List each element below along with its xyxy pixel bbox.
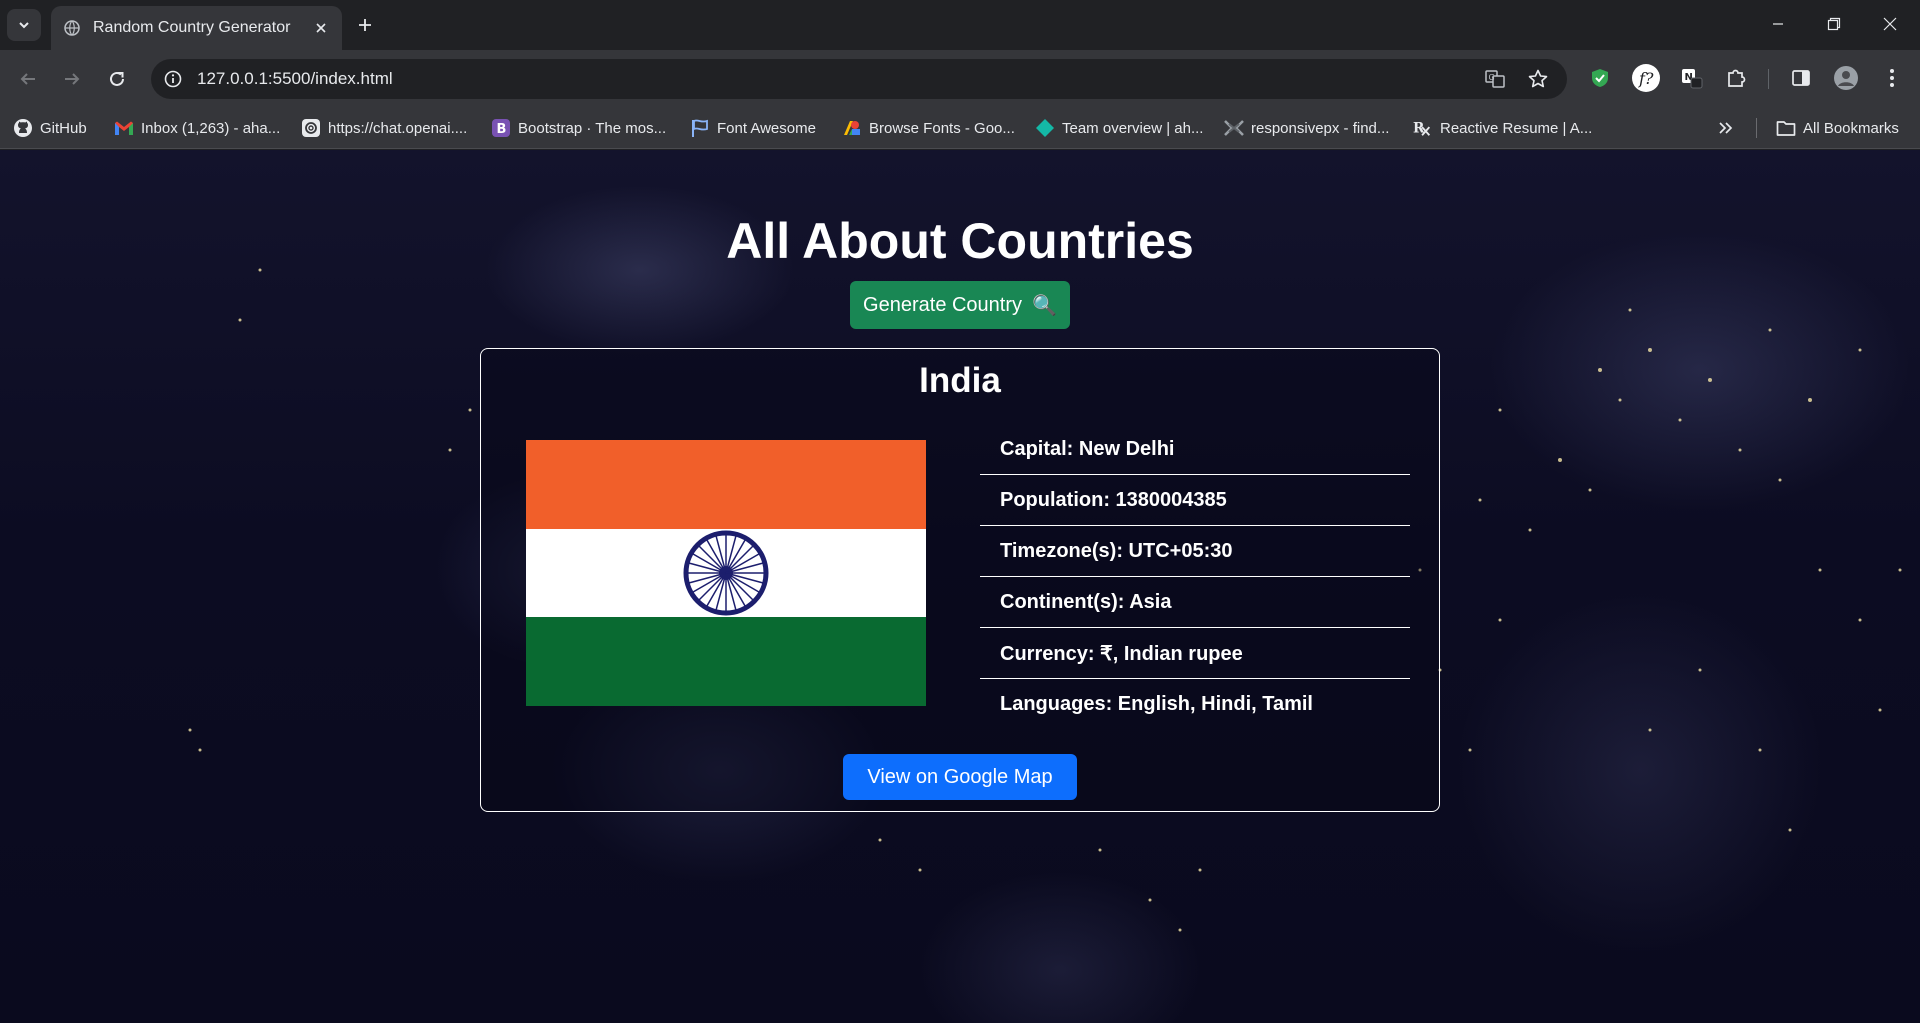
tab-strip: Random Country Generator (0, 0, 1920, 50)
view-on-google-map-button[interactable]: View on Google Map (843, 754, 1077, 800)
bookmark-label: Inbox (1,263) - aha... (141, 119, 281, 137)
arrow-right-icon (65, 73, 80, 85)
continent-item: Continent(s): Asia (980, 577, 1410, 628)
page-viewport: All About Countries Generate Country 🔍 I… (0, 150, 1920, 1023)
restore-icon (1827, 17, 1841, 31)
profile-avatar-icon[interactable] (1830, 62, 1862, 94)
close-window-button[interactable] (1862, 0, 1918, 48)
close-icon (1883, 17, 1897, 31)
shield-extension-icon[interactable] (1584, 62, 1616, 94)
svg-text:B: B (497, 122, 507, 137)
bookmark-label: Font Awesome (717, 119, 816, 137)
site-info-icon[interactable] (155, 61, 191, 97)
responsivepx-icon (1224, 118, 1244, 138)
tab-search-button[interactable] (7, 9, 41, 41)
side-panel-icon[interactable] (1785, 62, 1817, 94)
github-icon (13, 118, 33, 138)
folder-icon (1776, 118, 1796, 138)
gmail-icon (114, 118, 134, 138)
bootstrap-icon: B (491, 118, 511, 138)
close-tab-icon[interactable] (310, 17, 332, 39)
google-fonts-icon (842, 118, 862, 138)
bookmark-github[interactable]: GitHub (13, 115, 87, 141)
tab-title: Random Country Generator (93, 19, 291, 36)
flag-icon (690, 118, 710, 138)
address-bar[interactable]: 127.0.0.1:5500/index.html G (151, 59, 1567, 99)
bookmark-font-awesome[interactable]: Font Awesome (690, 115, 816, 141)
country-card: India Capital: New Delhi Population: 138… (480, 348, 1440, 812)
bookmark-label: Reactive Resume | A... (1440, 119, 1593, 137)
languages-item: Languages: English, Hindi, Tamil (1000, 693, 1313, 715)
rx-icon: R (1413, 118, 1433, 138)
translate-icon[interactable]: G (1477, 59, 1513, 99)
bookmark-label: Browse Fonts - Goo... (869, 119, 1015, 137)
population-item: Population: 1380004385 (980, 475, 1410, 526)
search-icon: 🔍 (1032, 294, 1057, 317)
restore-button[interactable] (1806, 0, 1862, 48)
url-text: 127.0.0.1:5500/index.html (197, 69, 393, 88)
extensions-puzzle-icon[interactable] (1720, 62, 1752, 94)
menu-kebab-icon[interactable] (1876, 62, 1908, 94)
country-details-list: Capital: New Delhi Population: 138000438… (980, 424, 1410, 730)
diamond-icon (1035, 118, 1055, 138)
bookmark-responsivepx[interactable]: responsivepx - find... (1224, 115, 1389, 141)
bookmark-inbox[interactable]: Inbox (1,263) - aha... (114, 115, 280, 141)
bookmark-star-icon[interactable] (1520, 59, 1556, 99)
all-bookmarks-button[interactable]: All Bookmarks (1776, 115, 1899, 141)
new-tab-button[interactable] (348, 9, 382, 41)
bookmarks-bar: GitHub Inbox (1,263) - aha... https://ch… (0, 107, 1920, 149)
plus-icon (359, 19, 371, 31)
svg-text:f?: f? (1638, 69, 1654, 88)
bookmark-label: https://chat.openai.... (328, 119, 468, 137)
forward-button[interactable] (54, 61, 90, 97)
openai-icon (301, 118, 321, 138)
browser-toolbar: 127.0.0.1:5500/index.html G f? N (0, 50, 1920, 107)
bookmark-label: Team overview | ah... (1062, 119, 1204, 137)
toolbar-divider (1768, 69, 1769, 89)
bookmarks-divider (1756, 118, 1757, 138)
minimize-button[interactable] (1750, 0, 1806, 48)
bookmark-label: GitHub (40, 119, 87, 137)
back-button[interactable] (10, 61, 46, 97)
generate-country-button[interactable]: Generate Country 🔍 (850, 281, 1070, 329)
ashoka-chakra-icon (683, 530, 769, 616)
country-name: India (919, 361, 1001, 400)
more-bookmarks-button[interactable] (1718, 115, 1734, 141)
chevron-down-icon (19, 22, 29, 29)
bookmark-reactive-resume[interactable]: R Reactive Resume | A... (1413, 115, 1592, 141)
generate-country-label: Generate Country (863, 293, 1023, 316)
reload-button[interactable] (99, 61, 135, 97)
timezone-item: Timezone(s): UTC+05:30 (980, 526, 1410, 577)
notion-extension-icon[interactable]: N (1676, 62, 1708, 94)
all-bookmarks-label: All Bookmarks (1803, 119, 1899, 137)
page-title: All About Countries (726, 213, 1194, 269)
svg-text:G: G (1489, 73, 1495, 82)
minimize-icon (1773, 23, 1783, 25)
currency-item: Currency: ₹, Indian rupee (980, 628, 1410, 679)
bookmark-label: Bootstrap · The mos... (518, 119, 667, 137)
capital-item: Capital: New Delhi (980, 424, 1410, 475)
country-flag-image (526, 440, 926, 706)
font-finder-extension-icon[interactable]: f? (1630, 62, 1662, 94)
bookmark-team-overview[interactable]: Team overview | ah... (1035, 115, 1203, 141)
bookmark-chatgpt[interactable]: https://chat.openai.... (301, 115, 467, 141)
arrow-left-icon (20, 73, 35, 85)
bookmark-google-fonts[interactable]: Browse Fonts - Goo... (842, 115, 1015, 141)
active-tab[interactable]: Random Country Generator (51, 6, 342, 50)
reload-icon (110, 71, 124, 86)
globe-icon (63, 19, 81, 37)
bookmark-label: responsivepx - find... (1251, 119, 1390, 137)
double-chevron-right-icon (1719, 122, 1733, 134)
bookmark-bootstrap[interactable]: B Bootstrap · The mos... (491, 115, 666, 141)
